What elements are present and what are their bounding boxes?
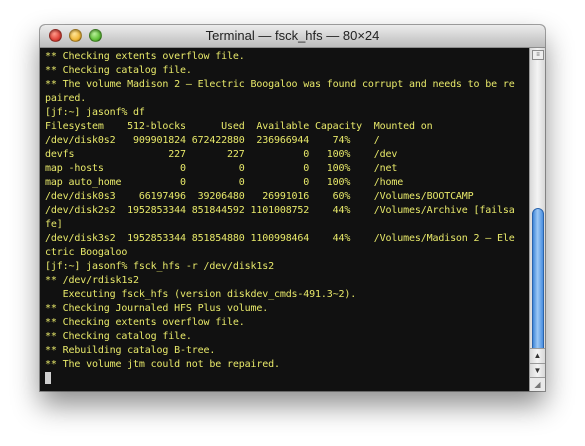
terminal-line: /dev/disk0s2 909901824 672422880 2369669… [45,135,380,146]
terminal-line: ** The volume Madison 2 – Electric Booga… [45,79,515,90]
terminal-line: /dev/disk3s2 1952853344 851854880 110099… [45,233,515,244]
terminal-line: [jf:~] jasonf% fsck_hfs -r /dev/disk1s2 [45,261,274,272]
terminal-line: /dev/disk0s3 66197496 39206480 26991016 … [45,191,474,202]
terminal-window: Terminal — fsck_hfs — 80×24 ** Checking … [40,25,545,391]
scroll-down-arrow-icon[interactable]: ▼ [530,363,545,378]
text-cursor [45,372,51,384]
terminal-prompt-line[interactable] [45,372,530,386]
terminal-line: /dev/disk2s2 1952853344 851844592 110100… [45,205,515,216]
resize-grip-icon[interactable]: ◢ [530,377,545,391]
terminal-output[interactable]: ** Checking extents overflow file. ** Ch… [40,48,530,391]
terminal-line: map auto_home 0 0 0 100% /home [45,177,404,188]
terminal-line: ** Checking Journaled HFS Plus volume. [45,303,269,314]
window-title: Terminal — fsck_hfs — 80×24 [205,28,380,43]
terminal-line: map -hosts 0 0 0 100% /net [45,163,398,174]
terminal-line: ** Checking extents overflow file. [45,51,245,62]
split-view-handle-icon[interactable]: ≡ [532,50,544,60]
terminal-line: ** /dev/rdisk1s2 [45,275,139,286]
terminal-line: ctric Boogaloo [45,247,128,258]
terminal-line: ** Checking catalog file. [45,331,192,342]
terminal-line: devfs 227 227 0 100% /dev [45,149,398,160]
terminal-line: paired. [45,93,87,104]
terminal-line: [jf:~] jasonf% df [45,107,145,118]
terminal-line: ** Checking catalog file. [45,65,192,76]
terminal-line: Filesystem 512-blocks Used Available Cap… [45,121,433,132]
terminal-line: Executing fsck_hfs (version diskdev_cmds… [45,289,357,300]
scroll-up-arrow-icon[interactable]: ▲ [530,348,545,363]
vertical-scrollbar[interactable]: ≡ ▲ ▼ [529,48,545,391]
scroll-thumb[interactable] [532,208,544,360]
terminal-line: ** Rebuilding catalog B-tree. [45,345,216,356]
terminal-line: ** Checking extents overflow file. [45,317,245,328]
terminal-line: ** The volume jtm could not be repaired. [45,359,280,370]
terminal-line: fe] [45,219,63,230]
title-bar[interactable]: Terminal — fsck_hfs — 80×24 [40,25,545,48]
